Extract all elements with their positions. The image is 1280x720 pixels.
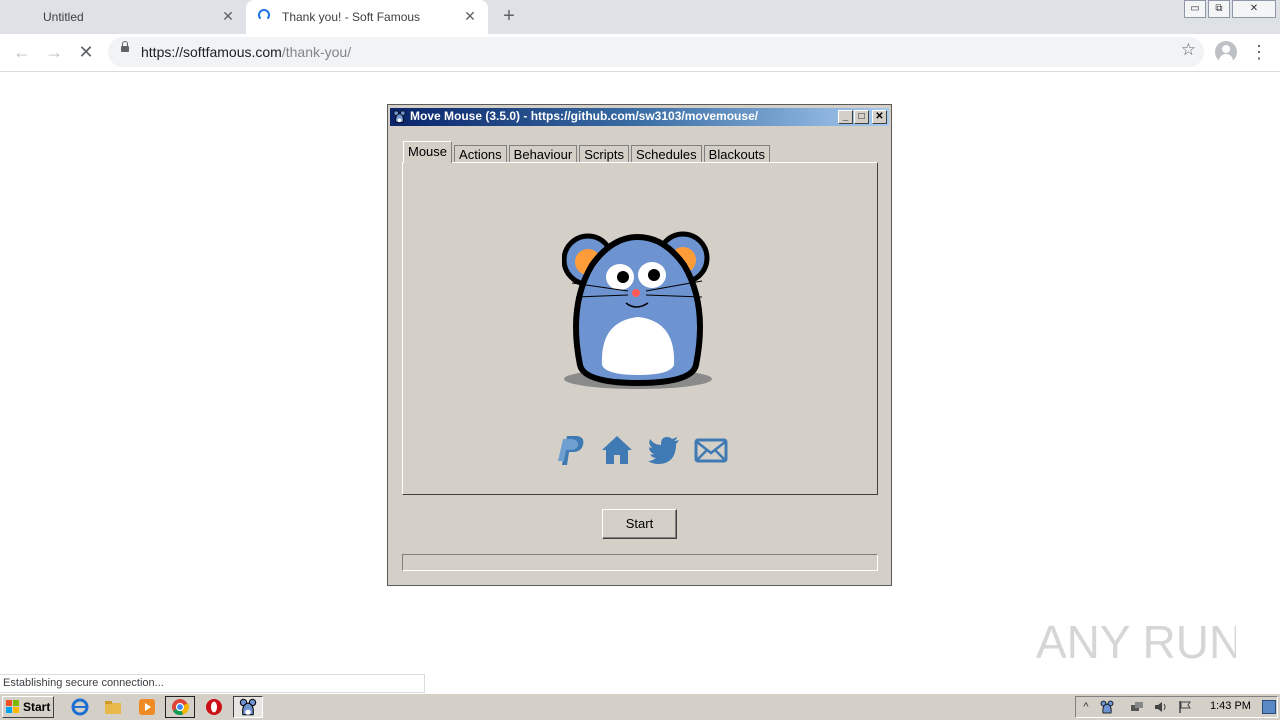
move-mouse-tray-icon[interactable] [1100,700,1114,714]
explorer-icon[interactable] [104,698,122,716]
bookmark-star-icon[interactable]: ☆ [1181,40,1196,60]
browser-tab-strip: Untitled ✕ Thank you! - Soft Famous ✕ + … [0,0,1280,34]
minimize-button[interactable]: _ [838,110,853,124]
url-text[interactable]: https://softfamous.com/thank-you/ [141,44,351,60]
profile-avatar-icon[interactable] [1215,41,1237,63]
mouse-tab-panel [402,162,878,495]
system-tray: ^ 1:43 PM [1075,696,1278,718]
back-button[interactable]: ← [10,40,34,64]
ie-icon[interactable] [71,698,89,716]
lock-icon[interactable] [121,41,129,52]
tab-scripts[interactable]: Scripts [579,145,629,163]
address-bar[interactable]: https://softfamous.com/thank-you/ ☆ [108,37,1204,67]
forward-button[interactable]: → [42,40,66,64]
maximize-button[interactable]: □ [854,110,869,124]
window-close-button[interactable]: ✕ [1232,0,1276,18]
window-minimize-button[interactable]: ▭ [1184,0,1206,18]
social-links [553,433,728,467]
progress-bar [402,554,878,571]
chrome-taskbar-button[interactable] [165,696,195,718]
svg-text:ANY RUN: ANY RUN [1036,616,1236,668]
taskbar: Start ^ 1:43 PM [0,693,1280,720]
paypal-icon[interactable] [553,433,587,467]
close-button[interactable]: ✕ [872,110,887,124]
start-button[interactable]: Start [602,509,677,539]
show-hidden-icons-icon[interactable]: ^ [1079,700,1093,714]
new-tab-button[interactable]: + [498,5,520,27]
tab-untitled[interactable]: Untitled ✕ [0,0,246,34]
move-mouse-icon [239,698,257,716]
window-restore-button[interactable]: ⧉ [1208,0,1230,18]
home-icon[interactable] [600,433,634,467]
move-mouse-taskbar-button[interactable] [233,696,263,718]
move-mouse-title: Move Mouse (3.5.0) - https://github.com/… [410,109,759,123]
clock[interactable]: 1:43 PM [1210,700,1251,712]
status-bubble: Establishing secure connection... [0,674,425,693]
move-mouse-app-icon [393,110,406,123]
network-icon[interactable] [1130,700,1144,714]
close-tab-icon[interactable]: ✕ [220,8,236,24]
tab-schedules[interactable]: Schedules [630,145,702,163]
tab-title: Untitled [43,10,84,24]
mouse-mascot-image [562,231,712,389]
tab-title: Thank you! - Soft Famous [282,10,421,24]
tab-mouse[interactable]: Mouse [403,141,453,163]
chrome-icon [172,699,189,716]
mail-icon[interactable] [694,433,728,467]
loading-spinner-icon [258,9,270,21]
url-origin: https://softfamous.com [141,44,282,60]
url-path: /thank-you/ [281,44,352,60]
tab-actions[interactable]: Actions [454,145,507,163]
move-mouse-titlebar[interactable]: Move Mouse (3.5.0) - https://github.com/… [390,108,889,126]
twitter-icon[interactable] [647,433,681,467]
move-mouse-window: Move Mouse (3.5.0) - https://github.com/… [387,104,892,586]
media-player-icon[interactable] [138,698,156,716]
move-mouse-tabs: Mouse Actions Behaviour Scripts Schedule… [403,141,772,163]
tab-behaviour[interactable]: Behaviour [508,145,578,163]
close-tab-icon[interactable]: ✕ [462,8,478,24]
windows-logo-icon [6,700,19,713]
stop-loading-button[interactable]: ✕ [74,40,98,64]
browser-toolbar: ← → ✕ https://softfamous.com/thank-you/ … [0,34,1280,72]
tab-thank-you[interactable]: Thank you! - Soft Famous ✕ [246,0,488,34]
browser-menu-button[interactable]: ⋮ [1250,40,1268,64]
start-label: Start [23,700,51,714]
anyrun-watermark: ANY RUN [1036,616,1236,668]
tab-blackouts[interactable]: Blackouts [703,145,771,163]
action-center-flag-icon[interactable] [1178,700,1192,714]
start-menu-button[interactable]: Start [2,696,54,718]
volume-icon[interactable] [1154,700,1168,714]
show-desktop-icon[interactable] [1262,700,1276,714]
opera-icon[interactable] [205,698,223,716]
